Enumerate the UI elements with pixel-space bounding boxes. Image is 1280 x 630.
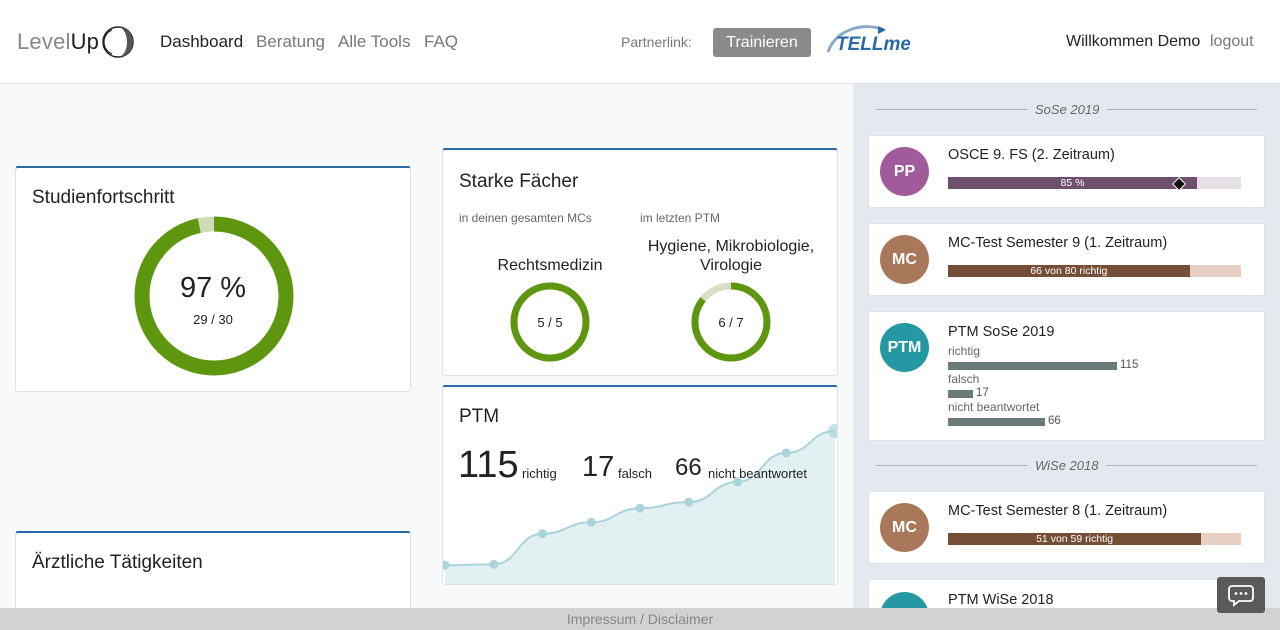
score-bar: 66 von 80 richtig bbox=[948, 265, 1241, 277]
ptm-trend-point bbox=[684, 497, 694, 507]
ptm-correct-label: richtig bbox=[522, 466, 557, 481]
strong-subjects-title: Starke Fächer bbox=[459, 171, 579, 192]
train-button[interactable]: Trainieren bbox=[713, 28, 811, 57]
ptm-trend-point bbox=[635, 503, 645, 513]
ptm-trend-point bbox=[586, 517, 596, 527]
ptm-row-value: 66 bbox=[1048, 415, 1061, 427]
footer-impressum-link[interactable]: Impressum / Disclaimer bbox=[0, 608, 1280, 630]
result-title: MC-Test Semester 9 (1. Zeitraum) bbox=[948, 235, 1168, 251]
score-bar-label: 51 von 59 richtig bbox=[1036, 533, 1114, 545]
avatar: PP bbox=[880, 147, 929, 196]
ptm-unanswered-value: 66 bbox=[675, 454, 702, 481]
strong-subjects-card: Starke Fächer in deinen gesamten MCs im … bbox=[442, 148, 838, 376]
progress-card: Studienfortschritt 97 % 29 / 30 bbox=[15, 166, 411, 392]
ptm-row-value: 17 bbox=[976, 387, 989, 399]
partner-label: Partnerlink: bbox=[621, 34, 692, 50]
progress-percent: 97 % bbox=[179, 272, 247, 304]
tellme-logo-text: TELLme bbox=[836, 34, 910, 55]
ptm-correct-value: 115 bbox=[458, 444, 519, 486]
ptm-row-value: 115 bbox=[1120, 359, 1139, 371]
score-bar: 51 von 59 richtig bbox=[948, 533, 1241, 545]
result-card[interactable]: MC MC-Test Semester 9 (1. Zeitraum) 66 v… bbox=[868, 223, 1265, 296]
ptm-row-bar bbox=[948, 418, 1045, 426]
ptm-wrong-value: 17 bbox=[582, 451, 615, 483]
nav-dashboard[interactable]: Dashboard bbox=[160, 32, 243, 52]
strong-left-ring: 5 / 5 bbox=[510, 282, 590, 362]
result-card[interactable]: PP OSCE 9. FS (2. Zeitraum) 85 % bbox=[868, 135, 1265, 208]
chat-button[interactable] bbox=[1217, 577, 1265, 613]
ptm-trend-point bbox=[489, 559, 499, 569]
semester-label-sose-2019: SoSe 2019 bbox=[1027, 102, 1108, 117]
ptm-unanswered-label: nicht beantwortet bbox=[708, 466, 808, 481]
levelup-mark-icon bbox=[102, 26, 134, 58]
avatar: MC bbox=[880, 503, 929, 552]
strong-right-score: 6 / 7 bbox=[718, 315, 743, 330]
ptm-row-bar bbox=[948, 390, 973, 398]
avatar: MC bbox=[880, 235, 929, 284]
progress-count: 29 / 30 bbox=[193, 312, 233, 327]
strong-left-score: 5 / 5 bbox=[537, 315, 562, 330]
logo-text: LevelUp bbox=[17, 29, 100, 54]
ptm-row-label: nicht beantwortet bbox=[948, 400, 1040, 414]
result-title: OSCE 9. FS (2. Zeitraum) bbox=[948, 147, 1115, 163]
ptm-title: PTM bbox=[459, 406, 500, 427]
progress-title: Studienfortschritt bbox=[32, 187, 175, 208]
logout-link[interactable]: logout bbox=[1210, 33, 1254, 51]
avatar: PTM bbox=[880, 323, 929, 372]
ptm-row-label: richtig bbox=[948, 344, 981, 358]
welcome-text: Willkommen Demo bbox=[1066, 33, 1201, 50]
chat-bubble-icon bbox=[1228, 585, 1254, 607]
strong-left-caption: in deinen gesamten MCs bbox=[459, 211, 592, 225]
nav-alle-tools[interactable]: Alle Tools bbox=[338, 32, 410, 52]
strong-right-ring: 6 / 7 bbox=[691, 282, 771, 362]
result-title: PTM WiSe 2018 bbox=[948, 592, 1054, 608]
ptm-card[interactable]: PTM 115 richtig 17 falsch 66 nicht beant… bbox=[442, 385, 838, 585]
medical-activities-title: Ärztliche Tätigkeiten bbox=[32, 552, 203, 573]
top-navbar: LevelUp Dashboard Beratung Alle Tools FA… bbox=[0, 0, 1280, 84]
result-title: MC-Test Semester 8 (1. Zeitraum) bbox=[948, 503, 1168, 519]
ptm-trend-point bbox=[781, 448, 791, 458]
ptm-row-label: falsch bbox=[948, 372, 980, 386]
strong-left-subject: Rechtsmedizin bbox=[497, 257, 603, 274]
ptm-row-bar bbox=[948, 362, 1117, 370]
result-card[interactable]: PTM PTM SoSe 2019 richtig 115 falsch 17 … bbox=[868, 311, 1265, 441]
ptm-trend-point bbox=[538, 529, 547, 539]
tellme-logo[interactable]: TELLme bbox=[826, 22, 910, 58]
strong-right-subject: Hygiene, Mikrobiologie, Virologie bbox=[647, 238, 815, 274]
result-card[interactable]: MC MC-Test Semester 8 (1. Zeitraum) 51 v… bbox=[868, 491, 1265, 564]
nav-faq[interactable]: FAQ bbox=[424, 32, 458, 52]
ptm-wrong-label: falsch bbox=[618, 466, 652, 481]
score-bar-label: 85 % bbox=[1060, 177, 1085, 189]
score-bar-label: 66 von 80 richtig bbox=[1030, 265, 1108, 277]
nav-beratung[interactable]: Beratung bbox=[256, 32, 325, 52]
result-title: PTM SoSe 2019 bbox=[948, 324, 1055, 340]
levelup-logo[interactable]: LevelUp bbox=[17, 24, 135, 60]
strong-right-caption: im letzten PTM bbox=[640, 211, 721, 225]
semester-label-wise-2018: WiSe 2018 bbox=[1027, 458, 1107, 473]
score-bar: 85 % bbox=[948, 176, 1241, 192]
